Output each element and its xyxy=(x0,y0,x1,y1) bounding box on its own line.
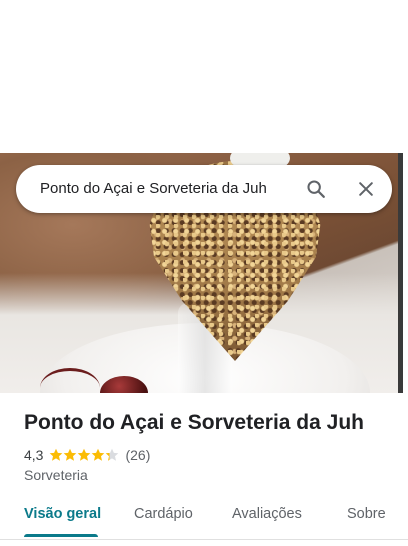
tab-about[interactable]: Sobre xyxy=(347,506,386,522)
place-title: Ponto do Açai e Sorveteria da Juh xyxy=(24,411,364,434)
rating-value: 4,3 xyxy=(24,447,44,463)
active-tab-indicator xyxy=(24,534,98,537)
tab-overview[interactable]: Visão geral xyxy=(24,506,101,522)
review-count[interactable]: (26) xyxy=(125,447,150,463)
star-rating xyxy=(49,448,119,462)
search-input[interactable]: Ponto do Açai e Sorveteria da Juh xyxy=(40,165,267,213)
star-icon xyxy=(92,448,105,461)
rating-row[interactable]: 4,3 (26) xyxy=(24,446,150,464)
place-tabs: Visão geral Cardápio Avaliações Sobre xyxy=(0,498,408,540)
tab-reviews[interactable]: Avaliações xyxy=(232,506,302,522)
place-category[interactable]: Sorveteria xyxy=(24,467,88,483)
star-icon xyxy=(106,448,119,461)
star-icon xyxy=(50,448,63,461)
tab-menu[interactable]: Cardápio xyxy=(134,506,193,522)
photo-edge xyxy=(398,153,403,393)
star-icon xyxy=(78,448,91,461)
star-icon xyxy=(64,448,77,461)
search-bar[interactable]: Ponto do Açai e Sorveteria da Juh xyxy=(16,165,392,213)
search-icon[interactable] xyxy=(302,175,330,203)
close-icon[interactable] xyxy=(352,175,380,203)
